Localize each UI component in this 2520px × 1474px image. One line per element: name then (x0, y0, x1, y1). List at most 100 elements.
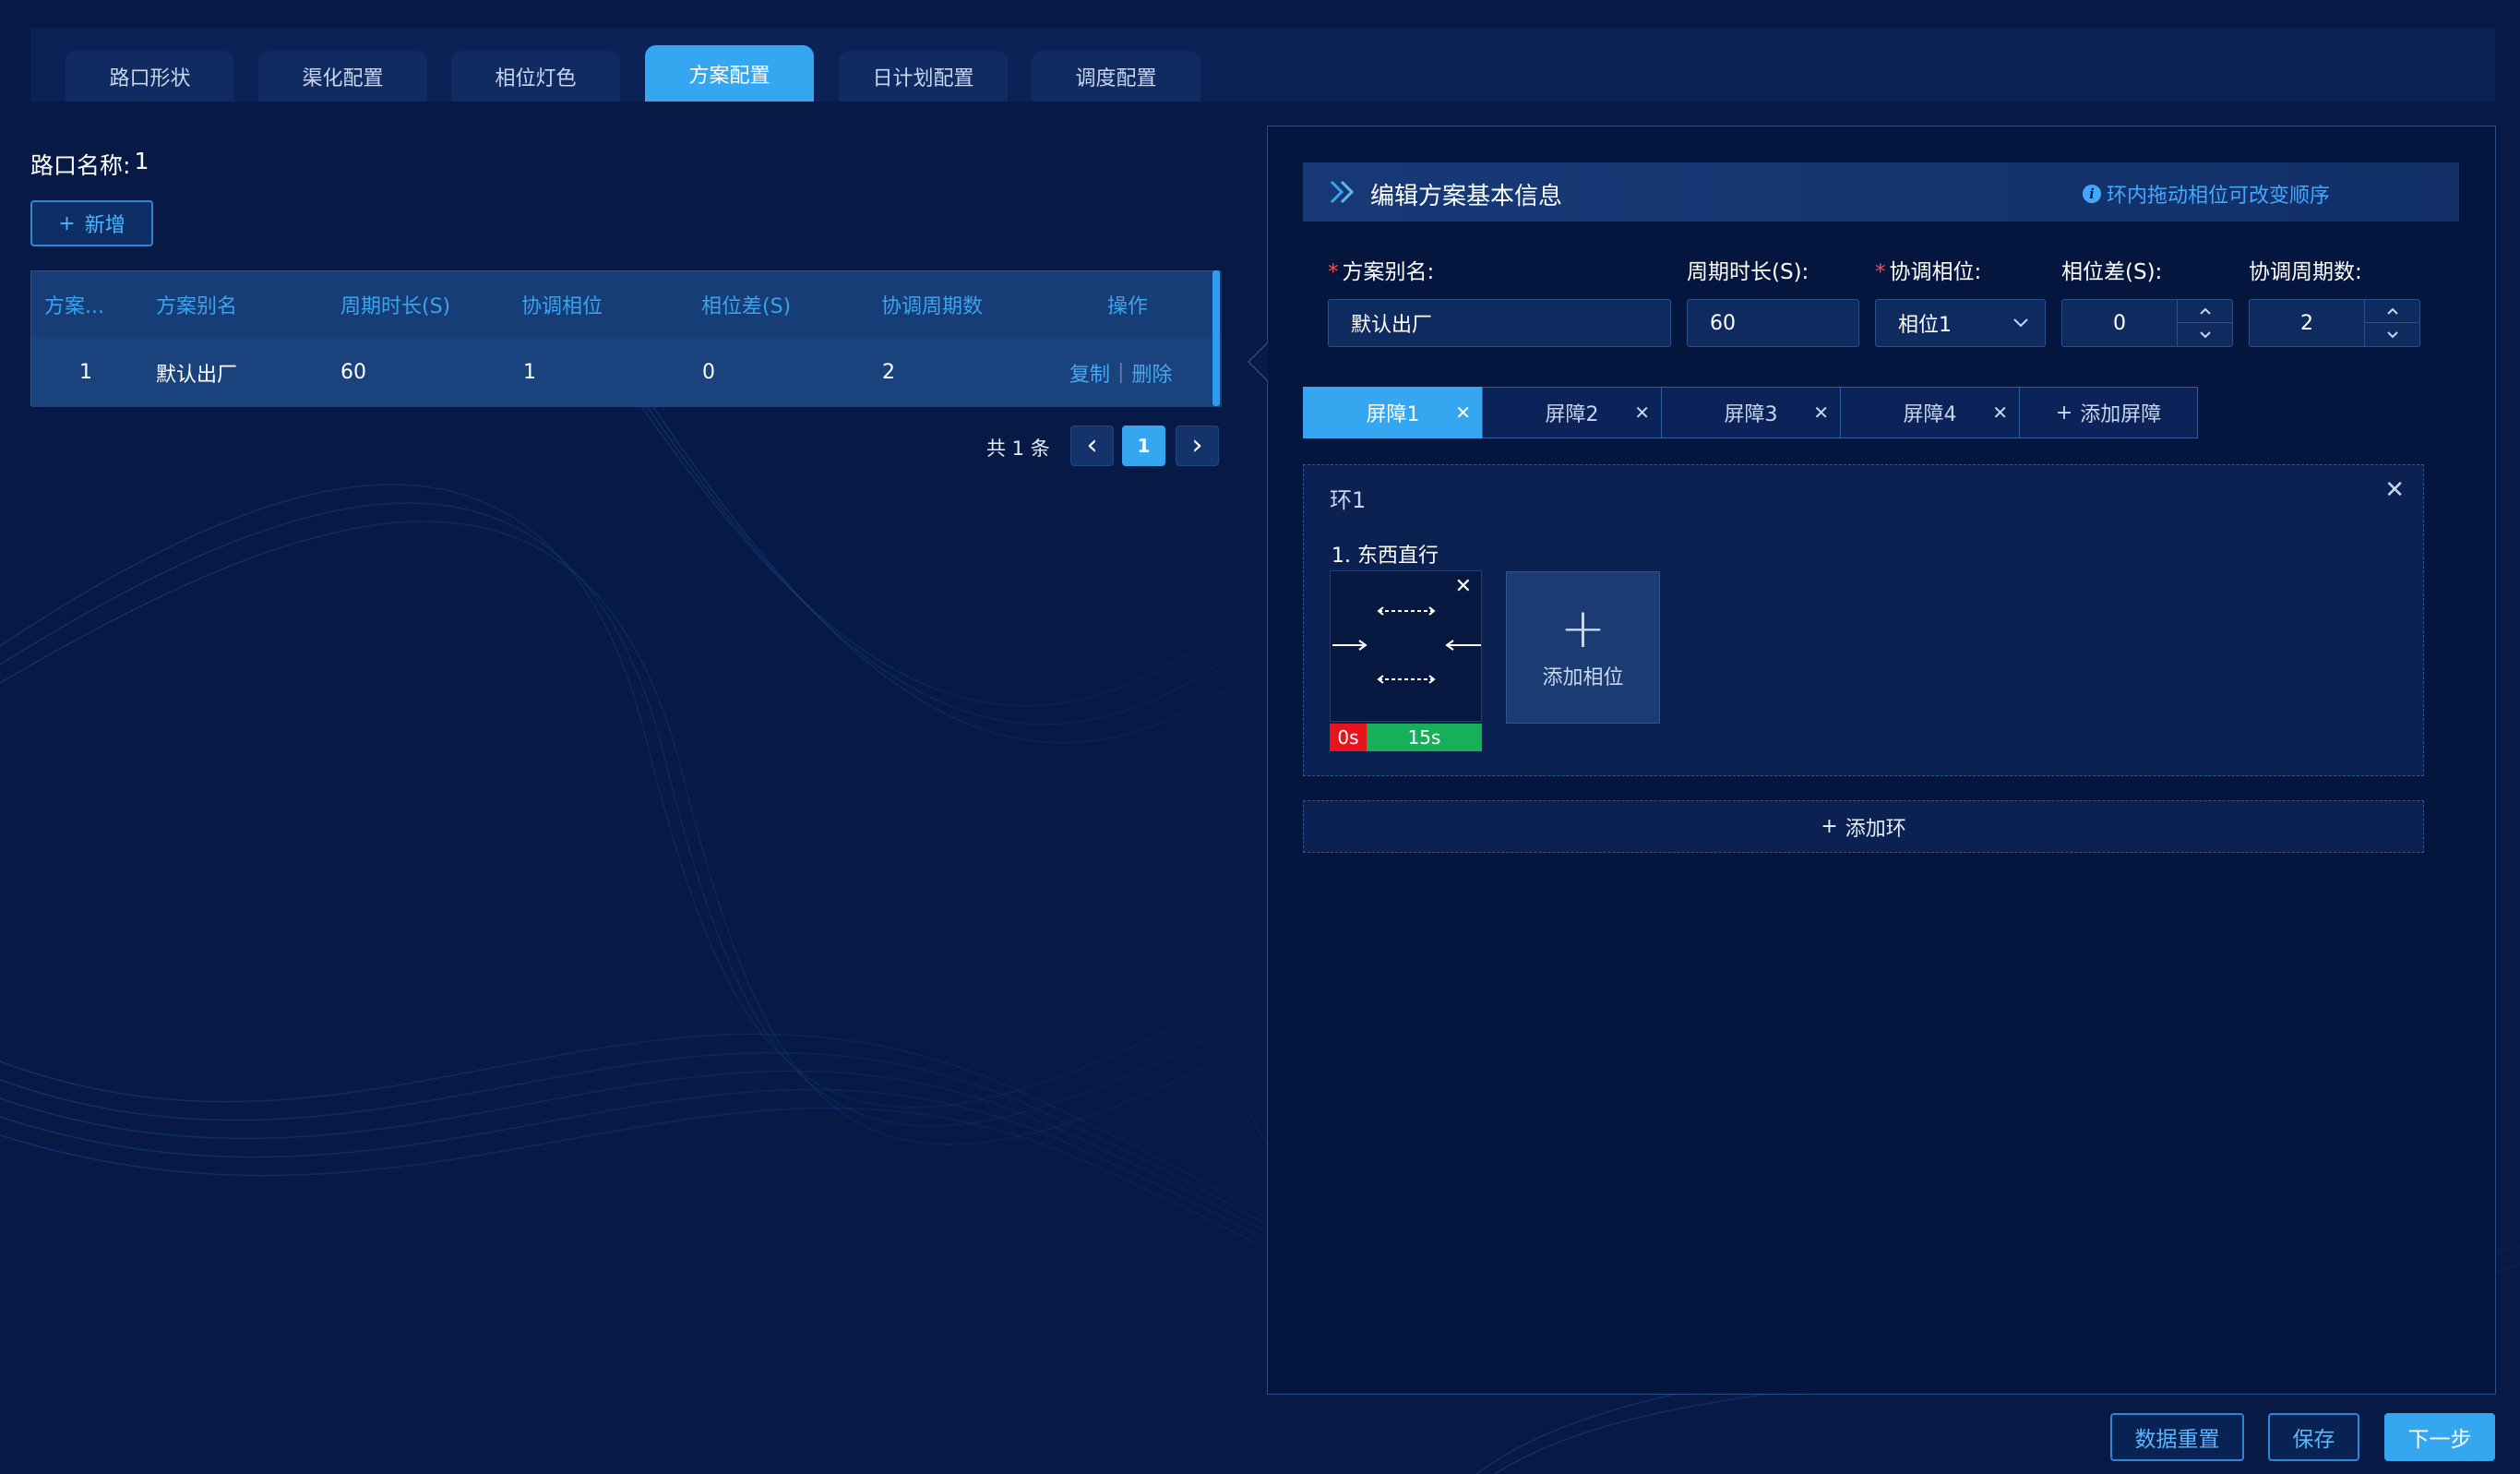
info-icon: i (2082, 185, 2101, 203)
header-cycle: 周期时长(S) (340, 295, 451, 318)
tab-plan-config[interactable]: 方案配置 (645, 45, 814, 102)
prev-page-button[interactable]: ‹ (1070, 425, 1114, 466)
coord-cycles-stepper[interactable]: 2 (2249, 299, 2420, 347)
add-ring-label: 添加环 (1845, 817, 1906, 841)
top-tab-bar: 路口形状 渠化配置 相位灯色 方案配置 日计划配置 调度配置 (30, 28, 2495, 102)
table-header: 方案... 方案别名 周期时长(S) 协调相位 相位差(S) 协调周期数 操作 (31, 271, 1222, 338)
copy-link[interactable]: 复制 (1069, 358, 1110, 388)
tab-schedule[interactable]: 调度配置 (1032, 51, 1200, 102)
tab-day-plan[interactable]: 日计划配置 (839, 51, 1008, 102)
row-no: 1 (79, 361, 92, 384)
chevron-left-icon: ‹ (1086, 429, 1098, 461)
add-barrier-label: 添加屏障 (2080, 403, 2162, 426)
next-step-button[interactable]: 下一步 (2384, 1413, 2495, 1461)
phase-card[interactable]: ✕ (1330, 570, 1482, 722)
tab-crossing-shape[interactable]: 路口形状 (66, 51, 234, 102)
offset-stepper[interactable]: 0 (2061, 299, 2233, 347)
stepper-up-icon[interactable] (2178, 300, 2232, 323)
barrier-tabs: 屏障1 ✕ 屏障2 ✕ 屏障3 ✕ 屏障4 ✕ + 添加屏障 (1303, 387, 2198, 438)
barrier-tab-4[interactable]: 屏障4 ✕ (1840, 387, 2019, 438)
coord-phase-label-text: 协调相位: (1889, 260, 1982, 284)
chevron-right-icon: › (1191, 429, 1203, 461)
barrier-tab-3[interactable]: 屏障3 ✕ (1661, 387, 1840, 438)
header-plan-no[interactable]: 方案... (44, 271, 111, 338)
close-icon[interactable]: ✕ (1455, 401, 1471, 424)
header-alias: 方案别名 (156, 295, 238, 318)
barrier-tab-label: 屏障3 (1724, 403, 1778, 426)
plus-icon: + (1559, 595, 1606, 661)
alias-label-text: 方案别名: (1342, 260, 1435, 284)
barrier-tab-label: 屏障1 (1366, 403, 1420, 426)
table-row[interactable]: 1 默认出厂 60 1 0 2 复制 | 删除 (31, 338, 1222, 407)
tab-channelization[interactable]: 渠化配置 (258, 51, 427, 102)
barrier-tab-2[interactable]: 屏障2 ✕ (1482, 387, 1661, 438)
required-mark: * (1875, 260, 1886, 284)
delete-link[interactable]: 删除 (1131, 358, 1172, 388)
double-chevron-icon (1330, 180, 1355, 204)
cycle-label: 周期时长(S): (1687, 260, 1809, 284)
close-icon[interactable]: ✕ (1992, 401, 2008, 424)
cycle-input[interactable]: 60 (1687, 299, 1859, 347)
plus-icon: + (58, 211, 76, 235)
required-mark: * (1328, 260, 1339, 284)
save-button[interactable]: 保存 (2268, 1413, 2359, 1461)
ring-box: 环1 ✕ 1. 东西直行 ✕ 0s 15s + 添加相位 (1303, 464, 2424, 776)
drag-hint: i 环内拖动相位可改变顺序 (2082, 179, 2330, 209)
header-coord-cycles: 协调周期数 (881, 295, 984, 318)
coord-phase-label: * 协调相位: (1875, 254, 1981, 285)
crossing-name: 路口名称: 1 (30, 148, 149, 181)
alias-input[interactable]: 默认出厂 (1328, 299, 1671, 347)
row-coord-phase: 1 (523, 361, 536, 384)
row-coord-cycles: 2 (882, 361, 895, 384)
header-coord-phase: 协调相位 (521, 295, 603, 318)
row-alias: 默认出厂 (156, 363, 238, 387)
barrier-tab-label: 屏障2 (1545, 403, 1599, 426)
stepper-down-icon[interactable] (2365, 323, 2419, 346)
drag-hint-text: 环内拖动相位可改变顺序 (2106, 185, 2330, 208)
coord-cycles-label: 协调周期数: (2249, 260, 2362, 284)
coord-phase-value: 相位1 (1898, 314, 1952, 337)
close-icon[interactable]: ✕ (1455, 575, 1472, 598)
offset-stepper-buttons (2177, 300, 2232, 346)
crossing-name-value: 1 (134, 148, 149, 174)
coord-cycles-value: 2 (2300, 311, 2313, 335)
coord-cycles-stepper-buttons (2364, 300, 2419, 346)
row-offset: 0 (702, 361, 715, 384)
header-operation: 操作 (1107, 295, 1149, 318)
coord-phase-select[interactable]: 相位1 (1875, 299, 2046, 347)
offset-label: 相位差(S): (2061, 260, 2163, 284)
close-icon[interactable]: ✕ (1813, 401, 1829, 424)
pager-total: 共 1 条 (986, 437, 1050, 460)
op-divider: | (1117, 361, 1125, 384)
plus-icon: + (1821, 815, 1838, 838)
stepper-down-icon[interactable] (2178, 323, 2232, 346)
table-scrollbar[interactable] (1212, 270, 1220, 406)
page-number-button[interactable]: 1 (1122, 425, 1165, 466)
chevron-down-icon (2013, 318, 2028, 328)
red-time: 0s (1330, 724, 1367, 751)
next-page-button[interactable]: › (1176, 425, 1219, 466)
section-header: 编辑方案基本信息 i 环内拖动相位可改变顺序 (1303, 162, 2459, 222)
add-phase-button[interactable]: + 添加相位 (1506, 571, 1660, 724)
header-offset: 相位差(S) (701, 295, 792, 318)
panel-pointer-inner (1249, 343, 1268, 380)
barrier-tab-1[interactable]: 屏障1 ✕ (1303, 387, 1482, 438)
add-barrier-button[interactable]: + 添加屏障 (2019, 387, 2198, 438)
close-icon[interactable]: ✕ (2384, 476, 2405, 504)
row-operations: 复制 | 删除 (1069, 338, 1217, 407)
offset-value: 0 (2113, 311, 2126, 335)
add-ring-button[interactable]: + 添加环 (1303, 800, 2424, 853)
stepper-up-icon[interactable] (2365, 300, 2419, 323)
close-icon[interactable]: ✕ (1634, 401, 1650, 424)
phase-label: 1. 东西直行 (1332, 545, 1439, 568)
barrier-tab-label: 屏障4 (1903, 403, 1957, 426)
add-phase-label: 添加相位 (1542, 665, 1624, 689)
alias-label: * 方案别名: (1328, 254, 1434, 285)
tab-phase-lights[interactable]: 相位灯色 (451, 51, 620, 102)
reset-data-button[interactable]: 数据重置 (2110, 1413, 2244, 1461)
ring-title: 环1 (1330, 487, 1367, 513)
section-title: 编辑方案基本信息 (1370, 183, 1563, 210)
crossing-name-label: 路口名称: (30, 152, 131, 179)
add-plan-label: 新增 (84, 214, 125, 237)
add-plan-button[interactable]: + 新增 (30, 200, 153, 246)
